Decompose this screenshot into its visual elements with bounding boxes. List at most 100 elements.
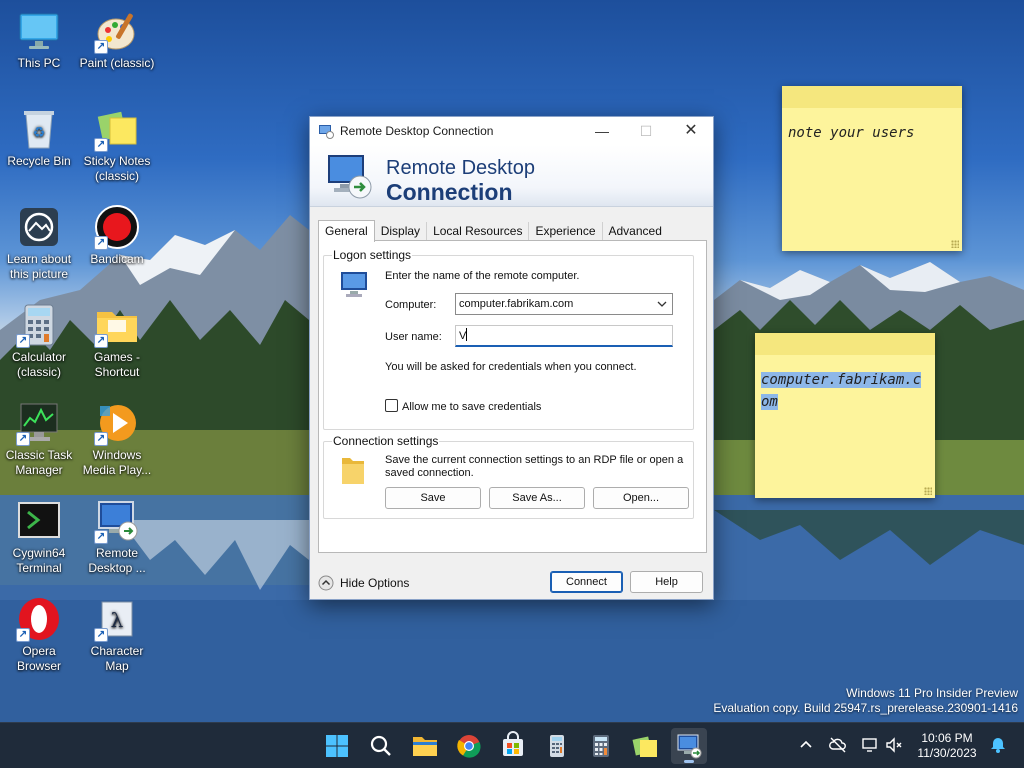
taskbar-sticky-notes[interactable] <box>627 728 663 764</box>
taskbar-clock[interactable]: 10:06 PM 11/30/2023 <box>908 731 986 761</box>
username-input[interactable]: V <box>455 325 673 347</box>
taskbar: 10:06 PM 11/30/2023 <box>0 722 1024 768</box>
window-titlebar[interactable]: Remote Desktop Connection — ☐ ✕ <box>310 117 713 145</box>
store-icon <box>503 731 523 756</box>
desktop-icon-label: Games - Shortcut <box>93 350 140 379</box>
desktop-icon-label: Remote Desktop ... <box>88 546 146 575</box>
help-button[interactable]: Help <box>630 571 703 593</box>
network-icon[interactable] <box>860 735 880 755</box>
windows-logo-icon <box>326 735 348 757</box>
minimize-button[interactable]: — <box>579 117 625 145</box>
shortcut-arrow-icon: ↗ <box>94 40 108 54</box>
sticky-note-titlebar[interactable] <box>755 333 935 355</box>
desktop-icon-label: This PC <box>17 56 61 70</box>
shortcut-arrow-icon: ↗ <box>94 628 108 642</box>
sticky-note-computer[interactable]: computer.fabrikam.com <box>755 333 935 498</box>
maximize-button[interactable]: ☐ <box>623 117 669 145</box>
banner-line2: Connection <box>386 179 513 205</box>
resize-grip[interactable] <box>951 240 959 248</box>
desktop-icon-paint[interactable]: ↗ Paint (classic) <box>78 8 156 71</box>
shortcut-arrow-icon: ↗ <box>94 530 108 544</box>
notification-bell-icon[interactable] <box>988 735 1008 755</box>
sticky-note-titlebar[interactable] <box>782 86 962 108</box>
desktop-icon-cygwin[interactable]: Cygwin64 Terminal <box>0 498 78 576</box>
desktop-icon-games[interactable]: ↗ Games - Shortcut <box>78 302 156 380</box>
computer-value: computer.fabrikam.com <box>459 298 574 310</box>
desktop-icon-character-map[interactable]: λ ↗ Character Map <box>78 596 156 674</box>
desktop-icon-opera[interactable]: ↗ Opera Browser <box>0 596 78 674</box>
connection-settings-label: Connection settings <box>332 434 440 448</box>
chrome-icon <box>457 735 481 758</box>
desktop-icon-task-manager[interactable]: ↗ Classic Task Manager <box>0 400 78 478</box>
banner-line1: Remote Desktop <box>386 157 535 179</box>
computer-icon <box>341 272 367 297</box>
paint-palette-icon: ↗ <box>94 8 140 54</box>
svg-text:♻: ♻ <box>33 125 46 141</box>
calculator-icon <box>593 735 609 757</box>
desktop-icon-learn-about-picture[interactable]: Learn about this picture <box>0 204 78 282</box>
watermark-line1: Windows 11 Pro Insider Preview <box>846 686 1018 700</box>
folder-icon <box>413 737 437 756</box>
remote-desktop-icon <box>319 125 334 139</box>
sticky-note-text[interactable]: computer.fabrikam.com <box>755 355 935 427</box>
desktop-icon-label: Windows Media Play... <box>82 448 152 477</box>
camera-info-icon <box>16 204 62 250</box>
text-caret <box>466 328 468 341</box>
desktop-icon-label: Recycle Bin <box>7 154 71 168</box>
desktop-icon-label: Bandicam <box>90 252 144 266</box>
chevron-up-icon[interactable] <box>796 735 816 755</box>
desktop-icon-label: Character Map <box>90 644 144 673</box>
terminal-icon <box>16 498 62 544</box>
folder-icon: ↗ <box>94 302 140 348</box>
taskbar-file-explorer[interactable] <box>407 728 443 764</box>
taskbar-calculator-classic[interactable] <box>539 728 575 764</box>
desktop-icon-calculator[interactable]: ↗ Calculator (classic) <box>0 302 78 380</box>
desktop-icon-label: Cygwin64 Terminal <box>12 546 66 575</box>
tab-display[interactable]: Display <box>375 222 428 241</box>
desktop-icon-sticky-notes[interactable]: ↗ Sticky Notes (classic) <box>78 106 156 184</box>
save-as-button[interactable]: Save As... <box>489 487 585 509</box>
taskbar-remote-desktop[interactable] <box>671 728 707 764</box>
save-button[interactable]: Save <box>385 487 481 509</box>
desktop-icon-recycle-bin[interactable]: ♻ Recycle Bin <box>0 106 78 169</box>
cloud-offline-icon[interactable] <box>828 735 848 755</box>
desktop-icon-media-player[interactable]: ↗ Windows Media Play... <box>78 400 156 478</box>
desktop-icon-bandicam[interactable]: ↗ Bandicam <box>78 204 156 267</box>
tab-advanced[interactable]: Advanced <box>603 222 668 241</box>
desktop-icon-label: Calculator (classic) <box>11 350 67 379</box>
sticky-note-users[interactable]: note your users <box>782 86 962 251</box>
close-button[interactable]: ✕ <box>668 117 714 145</box>
active-indicator <box>684 760 694 763</box>
tab-local-resources[interactable]: Local Resources <box>427 222 530 241</box>
open-button[interactable]: Open... <box>593 487 689 509</box>
record-icon: ↗ <box>94 204 140 250</box>
save-credentials-label[interactable]: Allow me to save credentials <box>402 401 541 414</box>
taskbar-search-button[interactable] <box>363 728 399 764</box>
desktop-icon-label: Opera Browser <box>16 644 61 673</box>
watermark-line2: Evaluation copy. Build 25947.rs_prerelea… <box>713 701 1018 715</box>
volume-muted-icon[interactable] <box>884 735 904 755</box>
start-button[interactable] <box>319 728 355 764</box>
shortcut-arrow-icon: ↗ <box>16 432 30 446</box>
windows-watermark: Windows 11 Pro Insider Preview Evaluatio… <box>713 686 1018 716</box>
character-map-icon: λ ↗ <box>94 596 140 642</box>
tab-experience[interactable]: Experience <box>529 222 603 241</box>
connect-button[interactable]: Connect <box>550 571 623 593</box>
sticky-note-text[interactable]: note your users <box>782 108 962 158</box>
shortcut-arrow-icon: ↗ <box>94 236 108 250</box>
resize-grip[interactable] <box>924 487 932 495</box>
desktop-icon-remote-desktop[interactable]: ↗ Remote Desktop ... <box>78 498 156 576</box>
chevron-down-icon[interactable] <box>655 294 669 314</box>
taskbar-calculator[interactable] <box>583 728 619 764</box>
hide-options-toggle[interactable]: Hide Options <box>318 573 409 593</box>
sticky-notes-icon: ↗ <box>94 106 140 152</box>
taskbar-store[interactable] <box>495 728 531 764</box>
tab-general[interactable]: General <box>318 220 375 242</box>
save-credentials-checkbox[interactable] <box>385 399 398 412</box>
remote-desktop-window[interactable]: Remote Desktop Connection — ☐ ✕ Remote D… <box>309 116 714 600</box>
computer-combobox[interactable]: computer.fabrikam.com <box>455 293 673 315</box>
desktop-icon-this-pc[interactable]: This PC <box>0 8 78 71</box>
computer-label: Computer: <box>385 299 437 311</box>
rdc-banner: Remote Desktop Connection <box>310 145 713 207</box>
taskbar-chrome[interactable] <box>451 728 487 764</box>
